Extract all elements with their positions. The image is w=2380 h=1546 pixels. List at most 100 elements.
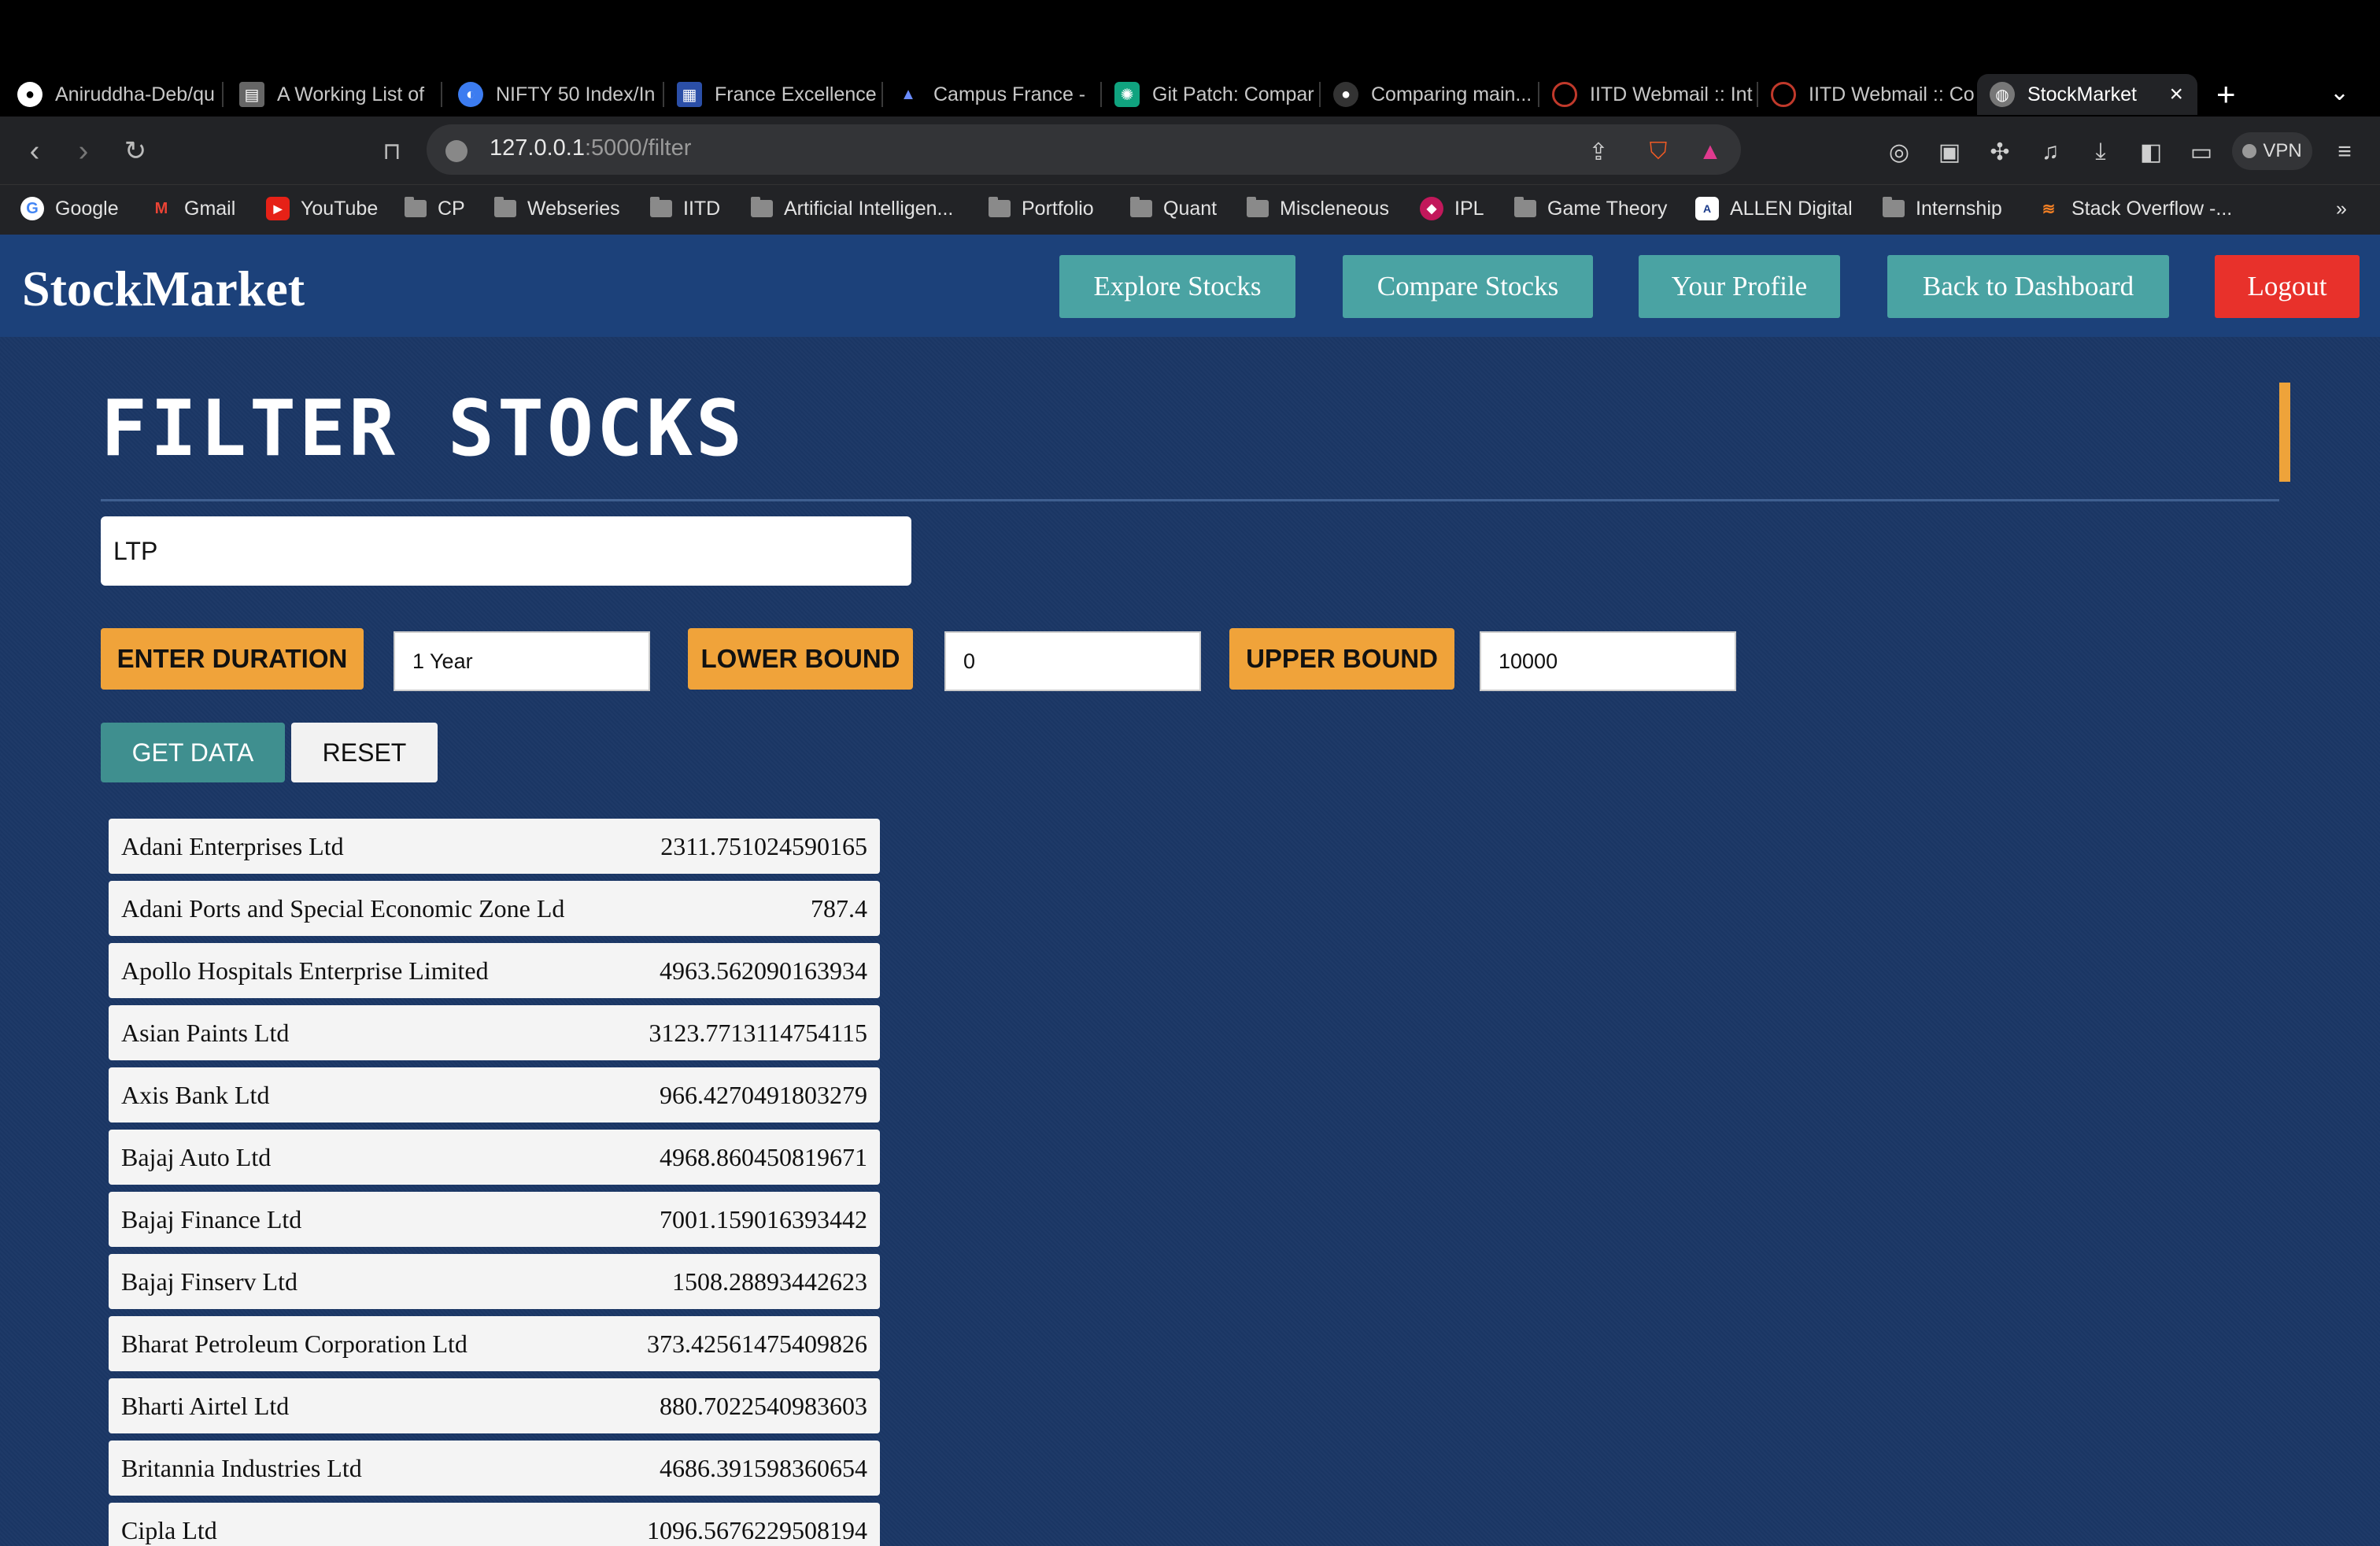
list-item[interactable]: Bharti Airtel Ltd 880.7022540983603 — [109, 1378, 880, 1433]
france-icon: ▦ — [677, 82, 702, 107]
list-item[interactable]: Bajaj Finance Ltd 7001.159016393442 — [109, 1192, 880, 1247]
bookmark-iitd[interactable]: IITD — [650, 195, 720, 222]
brand-logo[interactable]: StockMarket — [22, 260, 305, 318]
bookmark-stackoverflow[interactable]: ≋ Stack Overflow -... — [2037, 195, 2233, 222]
reload-icon[interactable]: ↻ — [118, 134, 153, 168]
extension-icon[interactable]: ◎ — [1886, 139, 1913, 165]
list-item[interactable]: Cipla Ltd 1096.5676229508194 — [109, 1503, 880, 1546]
bookmark-webseries[interactable]: Webseries — [494, 195, 620, 222]
more-bookmarks-button[interactable]: » — [2336, 195, 2347, 222]
doc-icon: ▤ — [239, 82, 264, 107]
get-data-button[interactable]: GET DATA — [101, 723, 285, 782]
chevron-down-icon[interactable]: ⌄ — [2330, 79, 2349, 106]
upper-bound-label: UPPER BOUND — [1229, 628, 1454, 690]
your-profile-button[interactable]: Your Profile — [1639, 255, 1840, 318]
bookmark-label: CP — [438, 197, 465, 220]
duration-input[interactable] — [394, 631, 650, 691]
bookmark-allen[interactable]: A ALLEN Digital — [1695, 195, 1853, 222]
divider — [101, 499, 2279, 501]
bookmark-ai[interactable]: Artificial Intelligen... — [751, 195, 953, 222]
url-host: 127.0.0.1 — [490, 135, 585, 161]
logout-button[interactable]: Logout — [2215, 255, 2360, 318]
site-info-icon[interactable] — [445, 140, 468, 162]
bookmark-google[interactable]: G Google — [20, 195, 119, 222]
list-item[interactable]: Adani Ports and Special Economic Zone Ld… — [109, 881, 880, 936]
stock-search-input[interactable] — [101, 516, 911, 586]
forward-icon[interactable]: › — [66, 134, 101, 168]
scroll-indicator[interactable] — [2279, 383, 2290, 482]
bookmark-internship[interactable]: Internship — [1883, 195, 2002, 222]
stock-name: Bajaj Finance Ltd — [121, 1204, 302, 1233]
google-icon: G — [20, 197, 44, 220]
list-item[interactable]: Asian Paints Ltd 3123.7713114754115 — [109, 1005, 880, 1060]
tab-1[interactable]: ▤ A Working List of — [239, 74, 442, 115]
close-tab-icon[interactable]: × — [2169, 81, 2183, 108]
url-text[interactable]: 127.0.0.1:5000/filter — [490, 135, 691, 161]
list-item[interactable]: Adani Enterprises Ltd 2311.751024590165 — [109, 819, 880, 874]
compare-stocks-button[interactable]: Compare Stocks — [1343, 255, 1593, 318]
vpn-button[interactable]: VPN — [2232, 132, 2312, 170]
tab-4[interactable]: ▲ Campus France - — [896, 74, 1102, 115]
stock-name: Axis Bank Ltd — [121, 1080, 270, 1109]
menu-icon[interactable]: ≡ — [2331, 139, 2358, 165]
tab-label: StockMarket — [2027, 83, 2137, 105]
ipl-icon: ◆ — [1420, 197, 1443, 220]
bookmark-ipl[interactable]: ◆ IPL — [1420, 195, 1484, 222]
bookmark-youtube[interactable]: ▶ YouTube — [266, 195, 378, 222]
lower-bound-input[interactable] — [944, 631, 1201, 691]
stock-name: Apollo Hospitals Enterprise Limited — [121, 956, 489, 985]
bookmark-icon[interactable]: ⊓ — [375, 134, 409, 168]
music-icon[interactable]: ♫ — [2037, 139, 2064, 165]
tab-7[interactable]: IITD Webmail :: Int — [1552, 74, 1758, 115]
folder-icon — [1883, 197, 1905, 217]
vpn-dot-icon — [2242, 144, 2257, 158]
list-item[interactable]: Axis Bank Ltd 966.4270491803279 — [109, 1067, 880, 1123]
back-icon[interactable]: ‹ — [17, 134, 52, 168]
list-item[interactable]: Bajaj Finserv Ltd 1508.28893442623 — [109, 1254, 880, 1309]
list-item[interactable]: Apollo Hospitals Enterprise Limited 4963.… — [109, 943, 880, 998]
calendar-icon[interactable]: ▣ — [1936, 139, 1963, 165]
share-icon[interactable]: ⇪ — [1585, 139, 1612, 165]
stock-name: Cipla Ltd — [121, 1515, 217, 1544]
wallet-icon[interactable]: ▭ — [2188, 139, 2215, 165]
list-item[interactable]: Bharat Petroleum Corporation Ltd 373.4256… — [109, 1316, 880, 1371]
bookmark-cp[interactable]: CP — [405, 195, 465, 222]
download-icon[interactable]: ⤓ — [2087, 139, 2114, 165]
tab-5[interactable]: ✺ Git Patch: Compar — [1114, 74, 1321, 115]
bookmark-game-theory[interactable]: Game Theory — [1514, 195, 1667, 222]
brave-rewards-icon[interactable]: ▲ — [1697, 139, 1724, 165]
sidebar-icon[interactable]: ◧ — [2138, 139, 2164, 165]
folder-icon — [405, 197, 427, 217]
stock-value: 4968.860450819671 — [660, 1142, 867, 1171]
stock-value: 4963.562090163934 — [660, 956, 867, 985]
stock-value: 966.4270491803279 — [660, 1080, 867, 1109]
tab-2[interactable]: ◐ NIFTY 50 Index/In — [458, 74, 664, 115]
tab-0[interactable]: ● Aniruddha-Deb/qu — [17, 74, 224, 115]
tab-3[interactable]: ▦ France Excellence — [677, 74, 883, 115]
tab-6[interactable]: ● Comparing main... — [1333, 74, 1539, 115]
stock-name: Bharti Airtel Ltd — [121, 1391, 290, 1420]
list-item[interactable]: Britannia Industries Ltd 4686.39159836065… — [109, 1441, 880, 1496]
back-to-dashboard-button[interactable]: Back to Dashboard — [1887, 255, 2169, 318]
bookmark-gmail[interactable]: M Gmail — [150, 195, 236, 222]
gmail-icon: M — [154, 199, 168, 217]
stock-value: 1096.5676229508194 — [647, 1515, 867, 1544]
puzzle-icon[interactable]: ✣ — [1986, 139, 2013, 165]
bookmark-miscleneous[interactable]: Miscleneous — [1247, 195, 1389, 222]
reset-button[interactable]: RESET — [291, 723, 438, 782]
list-item[interactable]: Bajaj Auto Ltd 4968.860450819671 — [109, 1130, 880, 1185]
tab-9-active[interactable]: ◍ StockMarket × — [1977, 74, 2197, 115]
tab-label: IITD Webmail :: Int — [1590, 83, 1753, 105]
bookmark-quant[interactable]: Quant — [1130, 195, 1217, 222]
stock-name: Adani Ports and Special Economic Zone Ld — [121, 893, 565, 923]
explore-stocks-button[interactable]: Explore Stocks — [1059, 255, 1295, 318]
upper-bound-input[interactable] — [1480, 631, 1736, 691]
chatgpt-icon: ✺ — [1114, 82, 1140, 107]
github-icon: ● — [1333, 82, 1358, 107]
tab-8[interactable]: IITD Webmail :: Co — [1771, 74, 1977, 115]
new-tab-icon[interactable]: + — [2216, 76, 2236, 113]
tab-label: Aniruddha-Deb/qu — [55, 83, 215, 105]
bookmark-label: IPL — [1454, 197, 1484, 220]
bookmark-portfolio[interactable]: Portfolio — [989, 195, 1094, 222]
brave-shield-icon[interactable]: ⛉ — [1645, 139, 1672, 165]
